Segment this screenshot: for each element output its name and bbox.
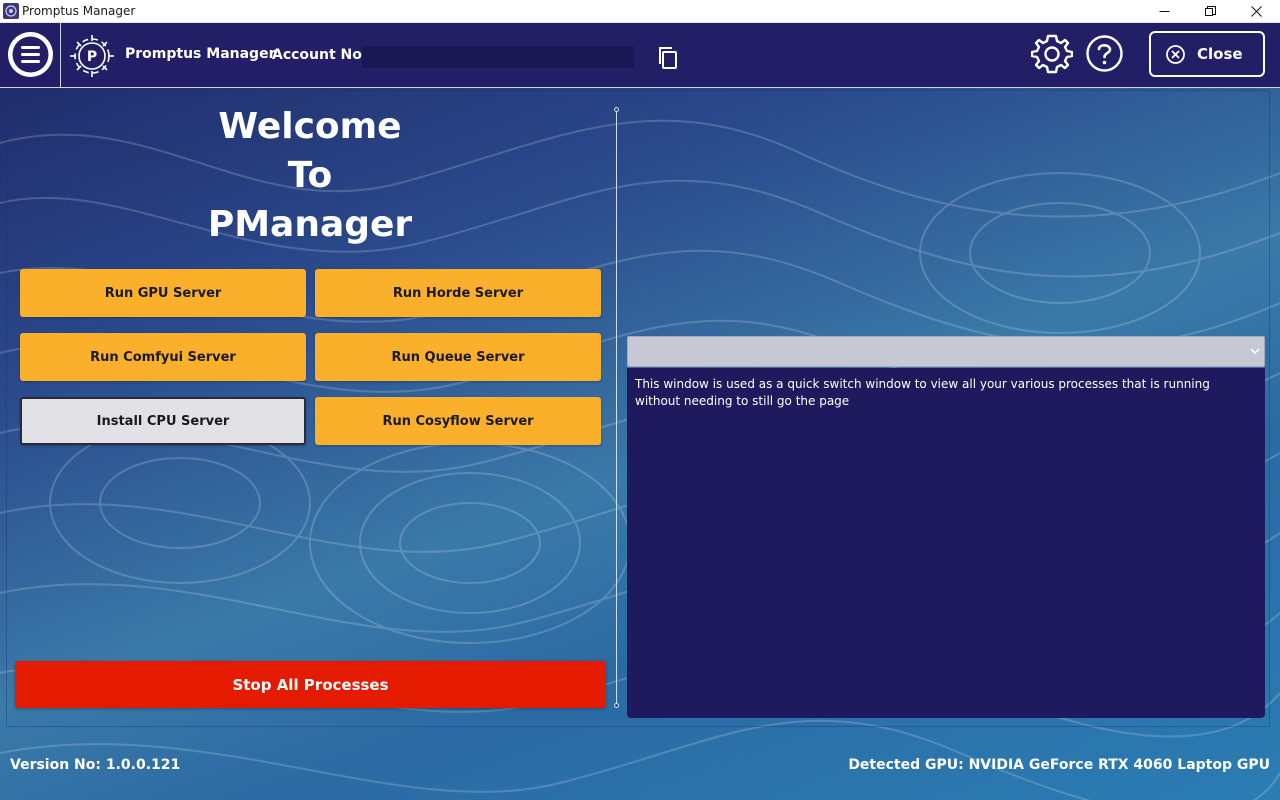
account-number-field[interactable] bbox=[362, 46, 634, 68]
panel-splitter[interactable] bbox=[616, 110, 617, 706]
run-comfyui-server-button[interactable]: Run Comfyui Server bbox=[20, 333, 306, 381]
close-button-label: Close bbox=[1197, 45, 1243, 63]
minimize-button[interactable] bbox=[1141, 0, 1187, 23]
help-button[interactable] bbox=[1085, 34, 1124, 73]
copy-icon bbox=[659, 47, 677, 69]
install-cpu-server-button[interactable]: Install CPU Server bbox=[20, 397, 306, 445]
header-divider bbox=[60, 23, 61, 88]
run-gpu-server-button[interactable]: Run GPU Server bbox=[20, 269, 306, 317]
welcome-line-3: PManager bbox=[207, 204, 413, 245]
window-title: Promptus Manager bbox=[22, 4, 136, 18]
close-button[interactable]: Close bbox=[1149, 31, 1265, 77]
run-cosyflow-server-button[interactable]: Run Cosyflow Server bbox=[315, 397, 601, 445]
welcome-line-2: To bbox=[287, 155, 333, 196]
chevron-down-icon bbox=[1250, 348, 1260, 355]
splitter-handle-bottom[interactable] bbox=[614, 703, 619, 708]
run-horde-server-button[interactable]: Run Horde Server bbox=[315, 269, 601, 317]
console-text: This window is used as a quick switch wi… bbox=[635, 377, 1210, 408]
process-console: This window is used as a quick switch wi… bbox=[627, 368, 1265, 718]
window-title-bar: Promptus Manager bbox=[0, 0, 1280, 23]
close-circle-icon bbox=[1166, 44, 1185, 64]
copy-account-button[interactable] bbox=[656, 45, 682, 71]
app-icon bbox=[3, 3, 19, 19]
settings-button[interactable] bbox=[1030, 33, 1074, 75]
minimize-icon bbox=[1159, 11, 1169, 12]
window-close-button[interactable] bbox=[1233, 0, 1279, 23]
process-select[interactable] bbox=[627, 336, 1265, 367]
stop-all-processes-button[interactable]: Stop All Processes bbox=[15, 661, 606, 708]
welcome-line-1: Welcome bbox=[218, 106, 402, 147]
version-label: Version No: 1.0.0.121 bbox=[10, 757, 181, 773]
run-queue-server-button[interactable]: Run Queue Server bbox=[315, 333, 601, 381]
gear-icon bbox=[1030, 34, 1074, 74]
app-header: P Promptus Manager Account No: Close bbox=[0, 23, 1280, 88]
welcome-heading: Welcome To PManager bbox=[160, 102, 460, 249]
restore-button[interactable] bbox=[1187, 0, 1233, 23]
help-icon bbox=[1086, 35, 1123, 72]
promptus-logo: P bbox=[66, 34, 118, 78]
splitter-handle-top[interactable] bbox=[614, 107, 619, 112]
menu-button[interactable] bbox=[8, 32, 53, 77]
app-name: Promptus Manager bbox=[125, 46, 276, 62]
svg-text:P: P bbox=[87, 49, 97, 65]
account-label: Account No: bbox=[272, 47, 368, 63]
close-icon bbox=[1250, 6, 1262, 17]
restore-icon bbox=[1204, 6, 1216, 16]
hamburger-menu-icon bbox=[12, 36, 49, 73]
detected-gpu-label: Detected GPU: NVIDIA GeForce RTX 4060 La… bbox=[848, 757, 1270, 773]
